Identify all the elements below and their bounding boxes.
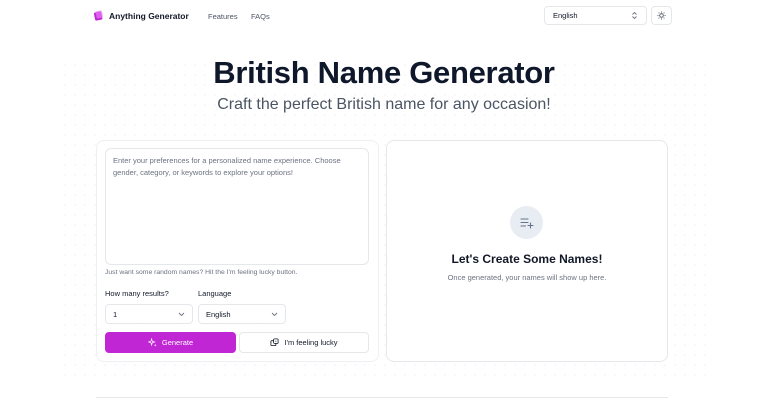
- list-add-icon: [510, 206, 543, 239]
- lucky-hint-text: Just want some random names? Hit the I'm…: [105, 269, 298, 276]
- page-title: British Name Generator: [213, 55, 555, 90]
- brand-name: Anything Generator: [109, 10, 189, 21]
- nav-link-faqs[interactable]: FAQs: [251, 12, 270, 21]
- nav-link-features[interactable]: Features: [208, 12, 238, 21]
- page-subtitle: Craft the perfect British name for any o…: [217, 96, 551, 113]
- brand-logo-icon: [93, 10, 103, 21]
- output-language-select[interactable]: English: [198, 304, 286, 324]
- chevron-down-icon: [178, 312, 185, 316]
- section-divider: [96, 397, 668, 398]
- feeling-lucky-button[interactable]: I'm feeling lucky: [239, 332, 369, 353]
- dice-icon: [270, 338, 279, 347]
- results-count-label: How many results?: [105, 289, 169, 298]
- empty-state-title: Let's Create Some Names!: [451, 252, 603, 266]
- theme-toggle-button[interactable]: [651, 6, 672, 25]
- preferences-textarea[interactable]: Enter your preferences for a personalize…: [105, 148, 369, 265]
- language-label: Language: [198, 289, 232, 298]
- empty-state-description: Once generated, your names will show up …: [447, 273, 607, 282]
- feeling-lucky-label: I'm feeling lucky: [284, 338, 338, 347]
- results-count-value: 1: [113, 309, 118, 319]
- chevron-down-icon: [271, 312, 278, 316]
- sun-icon: [657, 11, 666, 20]
- sparkles-icon: [147, 338, 157, 347]
- chevrons-up-down-icon: [632, 11, 637, 20]
- site-language-value: English: [553, 11, 578, 20]
- results-count-select[interactable]: 1: [105, 304, 193, 324]
- generate-button-label: Generate: [161, 338, 194, 347]
- results-panel: [386, 140, 668, 362]
- top-navbar: Anything Generator Features FAQs English: [0, 0, 768, 32]
- site-language-select[interactable]: English: [544, 6, 647, 25]
- generate-button[interactable]: Generate: [105, 332, 236, 353]
- brand[interactable]: Anything Generator: [93, 10, 189, 21]
- output-language-value: English: [206, 309, 231, 319]
